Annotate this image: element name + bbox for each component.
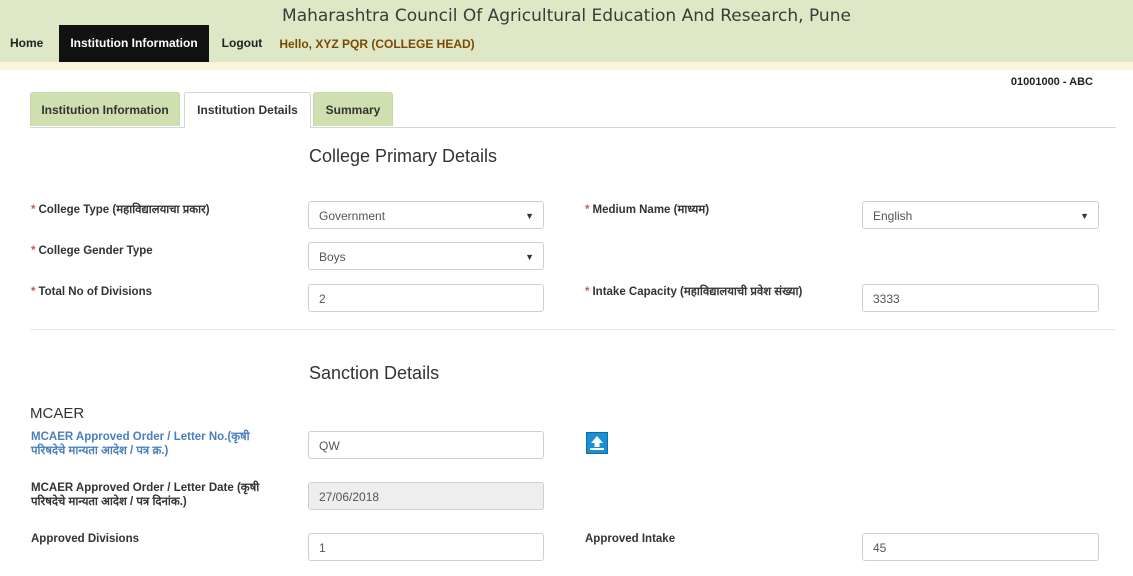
caret-down-icon: ▼: [525, 211, 534, 221]
college-gender-type-select[interactable]: Boys ▼: [308, 242, 544, 270]
required-marker: *: [585, 204, 590, 216]
intake-capacity-input[interactable]: 3333: [862, 284, 1099, 312]
mcaer-order-date-label-line1: MCAER Approved Order / Letter Date (कृषी: [31, 482, 260, 494]
required-marker: *: [585, 286, 590, 298]
tab-summary[interactable]: Summary: [313, 92, 393, 126]
approved-divisions-label: Approved Divisions: [31, 533, 139, 545]
college-type-label-text: College Type (महाविद्यालयाचा प्रकार): [38, 204, 210, 216]
required-marker: *: [31, 245, 36, 257]
college-gender-type-label-text: College Gender Type: [38, 245, 153, 257]
college-primary-details-heading: College Primary Details: [309, 146, 498, 166]
sub-bar: [0, 62, 1133, 70]
approved-intake-input[interactable]: 45: [862, 533, 1099, 561]
top-nav: Home Institution Information Logout Hell…: [10, 25, 475, 62]
required-marker: *: [31, 286, 36, 298]
college-gender-type-label: * College Gender Type: [31, 244, 153, 258]
approved-intake-label: Approved Intake: [585, 533, 676, 545]
college-type-select[interactable]: Government ▼: [308, 201, 544, 229]
total-divisions-input[interactable]: 2: [308, 284, 544, 312]
total-divisions-label: * Total No of Divisions: [31, 285, 152, 299]
caret-down-icon: ▼: [1080, 211, 1089, 221]
tab-institution-details[interactable]: Institution Details: [184, 92, 311, 128]
mcaer-order-date-input: 27/06/2018: [308, 482, 544, 510]
medium-name-select[interactable]: English ▼: [862, 201, 1099, 229]
total-divisions-label-text: Total No of Divisions: [38, 286, 152, 298]
header-bar: Maharashtra Council Of Agricultural Educ…: [0, 0, 1133, 62]
mcaer-order-date-label: MCAER Approved Order / Letter Date (कृषी…: [31, 481, 259, 509]
medium-name-label: * Medium Name (माध्यम): [585, 203, 709, 217]
sanction-details-heading: Sanction Details: [309, 363, 440, 383]
caret-down-icon: ▼: [525, 252, 534, 262]
tab-institution-information[interactable]: Institution Information: [30, 92, 180, 126]
college-type-value: Government: [319, 209, 386, 223]
intake-capacity-label: * Intake Capacity (महाविद्यालयाची प्रवेश …: [585, 285, 802, 299]
upload-arrow-icon[interactable]: [586, 432, 608, 454]
college-type-label: * College Type (महाविद्यालयाचा प्रकार): [31, 203, 210, 217]
approved-divisions-input[interactable]: 1: [308, 533, 544, 561]
medium-name-label-text: Medium Name (माध्यम): [592, 204, 710, 216]
mcaer-order-no-input[interactable]: QW: [308, 431, 544, 459]
nav-logout-link[interactable]: Logout: [222, 25, 263, 62]
mcaer-order-no-label: MCAER Approved Order / Letter No.(कृषी प…: [31, 430, 250, 458]
tab-bar: Institution Information Institution Deta…: [30, 92, 1116, 128]
mcaer-subheading: MCAER: [30, 405, 85, 422]
college-gender-type-value: Boys: [319, 250, 346, 264]
intake-capacity-label-text: Intake Capacity (महाविद्यालयाची प्रवेश स…: [592, 286, 803, 298]
mcaer-order-no-label-line1: MCAER Approved Order / Letter No.(कृषी: [31, 431, 250, 443]
mcaer-order-no-label-line2: परिषदेचे मान्यता आदेश / पत्र क्र.): [31, 445, 169, 457]
nav-home-link[interactable]: Home: [10, 25, 43, 62]
mcaer-order-date-label-line2: परिषदेचे मान्यता आदेश / पत्र दिनांक.): [31, 496, 187, 508]
required-marker: *: [31, 204, 36, 216]
institution-code: 01001000 - ABC: [1010, 76, 1093, 88]
medium-name-value: English: [873, 209, 913, 223]
site-title: Maharashtra Council Of Agricultural Educ…: [282, 6, 851, 26]
nav-institution-information-link[interactable]: Institution Information: [59, 25, 209, 62]
upload-arrow-glyph: [589, 435, 605, 451]
user-greeting: Hello, XYZ PQR (COLLEGE HEAD): [279, 36, 475, 51]
section-divider: [30, 329, 1116, 330]
